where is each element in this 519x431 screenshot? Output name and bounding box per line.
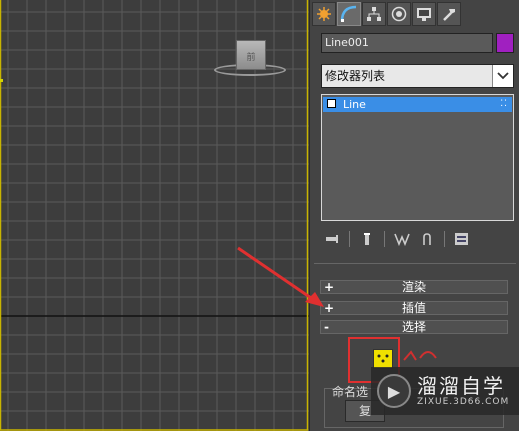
configure-modifier-sets-icon[interactable]: [454, 231, 470, 247]
object-color-swatch[interactable]: [496, 33, 514, 53]
pin-stack-icon[interactable]: [324, 231, 340, 247]
sub-object-dots-icon: ⁚⁚: [500, 99, 508, 109]
utilities-icon: [443, 9, 455, 21]
panel-divider: [314, 263, 516, 264]
watermark: ▶ 溜溜自学 ZIXUE.3D66.COM: [371, 367, 519, 415]
rollout-interpolation[interactable]: + 插值: [320, 301, 508, 315]
stack-item-line[interactable]: Line ⁚⁚: [323, 97, 512, 112]
display-icon: [417, 8, 431, 21]
axis-marker: [0, 79, 3, 82]
make-unique-icon[interactable]: [394, 231, 410, 247]
motion-icon: [391, 6, 407, 22]
named-selections-label: 命名选: [332, 385, 369, 399]
toolbar-divider: [349, 231, 350, 247]
remove-modifier-icon[interactable]: [419, 231, 435, 247]
hierarchy-icon: [367, 7, 381, 21]
view-cube-label: 前: [246, 53, 256, 63]
rollout-selection[interactable]: - 选择: [320, 320, 508, 334]
stack-item-label: Line: [343, 98, 366, 111]
command-panel-tabs: [312, 2, 461, 28]
watermark-url: ZIXUE.3D66.COM: [417, 397, 510, 407]
viewport[interactable]: 前: [0, 0, 309, 431]
tab-modify[interactable]: [337, 2, 361, 26]
expand-plus-icon[interactable]: [327, 99, 336, 108]
modifier-stack[interactable]: Line ⁚⁚: [321, 94, 514, 221]
view-cube[interactable]: 前: [236, 40, 266, 70]
tab-create[interactable]: [312, 2, 336, 26]
rollout-rendering[interactable]: + 渲染: [320, 280, 508, 294]
modifier-list-label: 修改器列表: [325, 69, 386, 83]
modifier-list-dropdown[interactable]: 修改器列表: [321, 64, 514, 88]
tab-motion[interactable]: [387, 2, 411, 26]
modify-icon: [340, 5, 357, 22]
create-icon: [317, 7, 331, 21]
toolbar-divider: [384, 231, 385, 247]
tab-display[interactable]: [412, 2, 436, 26]
chevron-down-icon[interactable]: [492, 65, 513, 87]
rollout-title: 插值: [401, 301, 426, 315]
rollout-title: 渲染: [401, 280, 426, 294]
watermark-title: 溜溜自学: [417, 374, 505, 398]
show-end-result-icon[interactable]: [359, 231, 375, 247]
watermark-logo-icon: ▶: [377, 374, 411, 408]
object-name-field[interactable]: Line001: [321, 33, 493, 53]
toolbar-divider: [444, 231, 445, 247]
tab-utilities[interactable]: [437, 2, 461, 26]
tab-hierarchy[interactable]: [362, 2, 386, 26]
stack-toolbar: [324, 229, 470, 249]
rollout-title: 选择: [401, 320, 426, 334]
